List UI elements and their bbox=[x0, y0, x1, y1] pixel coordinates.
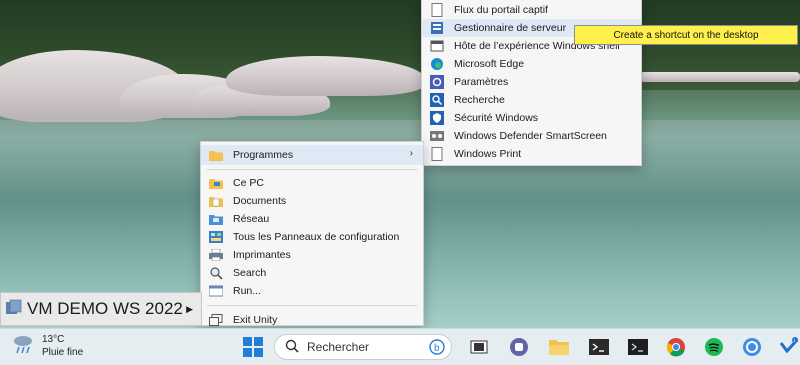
folder-icon bbox=[209, 148, 223, 162]
gear-icon bbox=[430, 75, 444, 89]
copilot-icon[interactable] bbox=[741, 336, 763, 358]
weather-widget[interactable]: 13°C Pluie fine bbox=[12, 333, 83, 360]
powershell-icon[interactable] bbox=[627, 336, 649, 358]
menu-item-windows-print[interactable]: Windows Print bbox=[422, 145, 641, 163]
menu-item-search[interactable]: Search bbox=[201, 264, 423, 282]
search-icon bbox=[285, 339, 299, 356]
menu-item-label: Flux du portail captif bbox=[454, 4, 548, 16]
unity-menu: Programmes › Ce PC Documents Réseau Tous… bbox=[200, 141, 424, 326]
rock bbox=[640, 72, 800, 82]
menu-item-edge[interactable]: Microsoft Edge bbox=[422, 55, 641, 73]
menu-item-recherche[interactable]: Recherche bbox=[422, 91, 641, 109]
menu-item-label: Paramètres bbox=[454, 76, 509, 88]
document-icon bbox=[430, 147, 444, 161]
window-icon bbox=[430, 39, 444, 53]
search-icon bbox=[430, 93, 444, 107]
bing-icon: b bbox=[429, 339, 445, 358]
menu-item-label: Documents bbox=[233, 195, 287, 207]
menu-item-run[interactable]: Run... bbox=[201, 282, 423, 300]
taskbar-search-box[interactable]: Rechercher b bbox=[274, 334, 452, 360]
menu-item-label: Microsoft Edge bbox=[454, 58, 525, 70]
task-view-icon[interactable] bbox=[468, 336, 490, 358]
menu-item-label: Windows Defender SmartScreen bbox=[454, 130, 607, 142]
document-icon bbox=[430, 3, 444, 17]
run-icon bbox=[209, 284, 223, 298]
shield-icon bbox=[430, 111, 444, 125]
spotify-icon[interactable] bbox=[703, 336, 725, 358]
windows-start-icon[interactable] bbox=[242, 336, 264, 358]
menu-item-programmes[interactable]: Programmes › bbox=[201, 145, 423, 165]
menu-item-ce-pc[interactable]: Ce PC bbox=[201, 174, 423, 192]
menu-separator bbox=[207, 169, 417, 170]
menu-item-exit-unity[interactable]: Exit Unity bbox=[201, 310, 423, 330]
menu-item-reseau[interactable]: Réseau bbox=[201, 210, 423, 228]
weather-temperature: 13°C bbox=[42, 334, 65, 345]
menu-item-label: Sécurité Windows bbox=[454, 112, 539, 124]
terminal-icon[interactable] bbox=[588, 336, 610, 358]
vm-unity-button[interactable]: VM DEMO WS 2022 ▶ bbox=[0, 292, 202, 326]
smartscreen-icon bbox=[430, 129, 444, 143]
folder-pc-icon bbox=[209, 176, 223, 190]
chrome-icon[interactable] bbox=[665, 336, 687, 358]
network-icon bbox=[209, 212, 223, 226]
file-explorer-icon[interactable] bbox=[548, 336, 570, 358]
menu-item-panneaux[interactable]: Tous les Panneaux de configuration bbox=[201, 228, 423, 246]
server-manager-icon bbox=[430, 21, 444, 35]
menu-item-label: Ce PC bbox=[233, 177, 264, 189]
menu-item-flux-portail[interactable]: Flux du portail captif bbox=[422, 1, 641, 19]
printer-icon bbox=[209, 248, 223, 262]
vmware-icon[interactable]: 1 bbox=[778, 336, 800, 358]
menu-item-label: Exit Unity bbox=[233, 314, 278, 326]
menu-item-label: Windows Print bbox=[454, 148, 522, 160]
menu-item-label: Gestionnaire de serveur bbox=[454, 22, 567, 34]
menu-item-documents[interactable]: Documents bbox=[201, 192, 423, 210]
menu-item-label: Search bbox=[233, 267, 267, 279]
menu-item-imprimantes[interactable]: Imprimantes bbox=[201, 246, 423, 264]
menu-item-security[interactable]: Sécurité Windows bbox=[422, 109, 641, 127]
menu-item-label: Réseau bbox=[233, 213, 270, 225]
exit-unity-icon bbox=[209, 313, 223, 327]
search-placeholder: Rechercher bbox=[307, 340, 370, 354]
menu-item-label: Recherche bbox=[454, 94, 505, 106]
menu-item-settings[interactable]: Paramètres bbox=[422, 73, 641, 91]
chevron-right-icon: › bbox=[409, 148, 413, 159]
vm-icon bbox=[5, 299, 23, 320]
svg-text:b: b bbox=[434, 343, 440, 354]
teams-icon[interactable] bbox=[508, 336, 530, 358]
menu-item-label: Programmes bbox=[233, 149, 294, 161]
control-panel-icon bbox=[209, 230, 223, 244]
shortcut-tooltip: Create a shortcut on the desktop bbox=[574, 25, 798, 45]
documents-icon bbox=[209, 194, 223, 208]
rain-cloud-icon bbox=[12, 333, 34, 360]
vm-name: VM DEMO WS 2022 bbox=[27, 299, 183, 318]
search-icon bbox=[209, 266, 223, 280]
menu-item-smartscreen[interactable]: Windows Defender SmartScreen bbox=[422, 127, 641, 145]
chevron-right-icon: ▶ bbox=[186, 303, 193, 314]
weather-description: Pluie fine bbox=[42, 347, 84, 358]
menu-item-label: Imprimantes bbox=[233, 249, 291, 261]
menu-separator bbox=[207, 305, 417, 306]
menu-item-label: Tous les Panneaux de configuration bbox=[233, 231, 400, 243]
edge-icon bbox=[430, 57, 444, 71]
taskbar: 13°C Pluie fine Rechercher b 1 bbox=[0, 328, 800, 365]
menu-item-label: Run... bbox=[233, 285, 262, 297]
